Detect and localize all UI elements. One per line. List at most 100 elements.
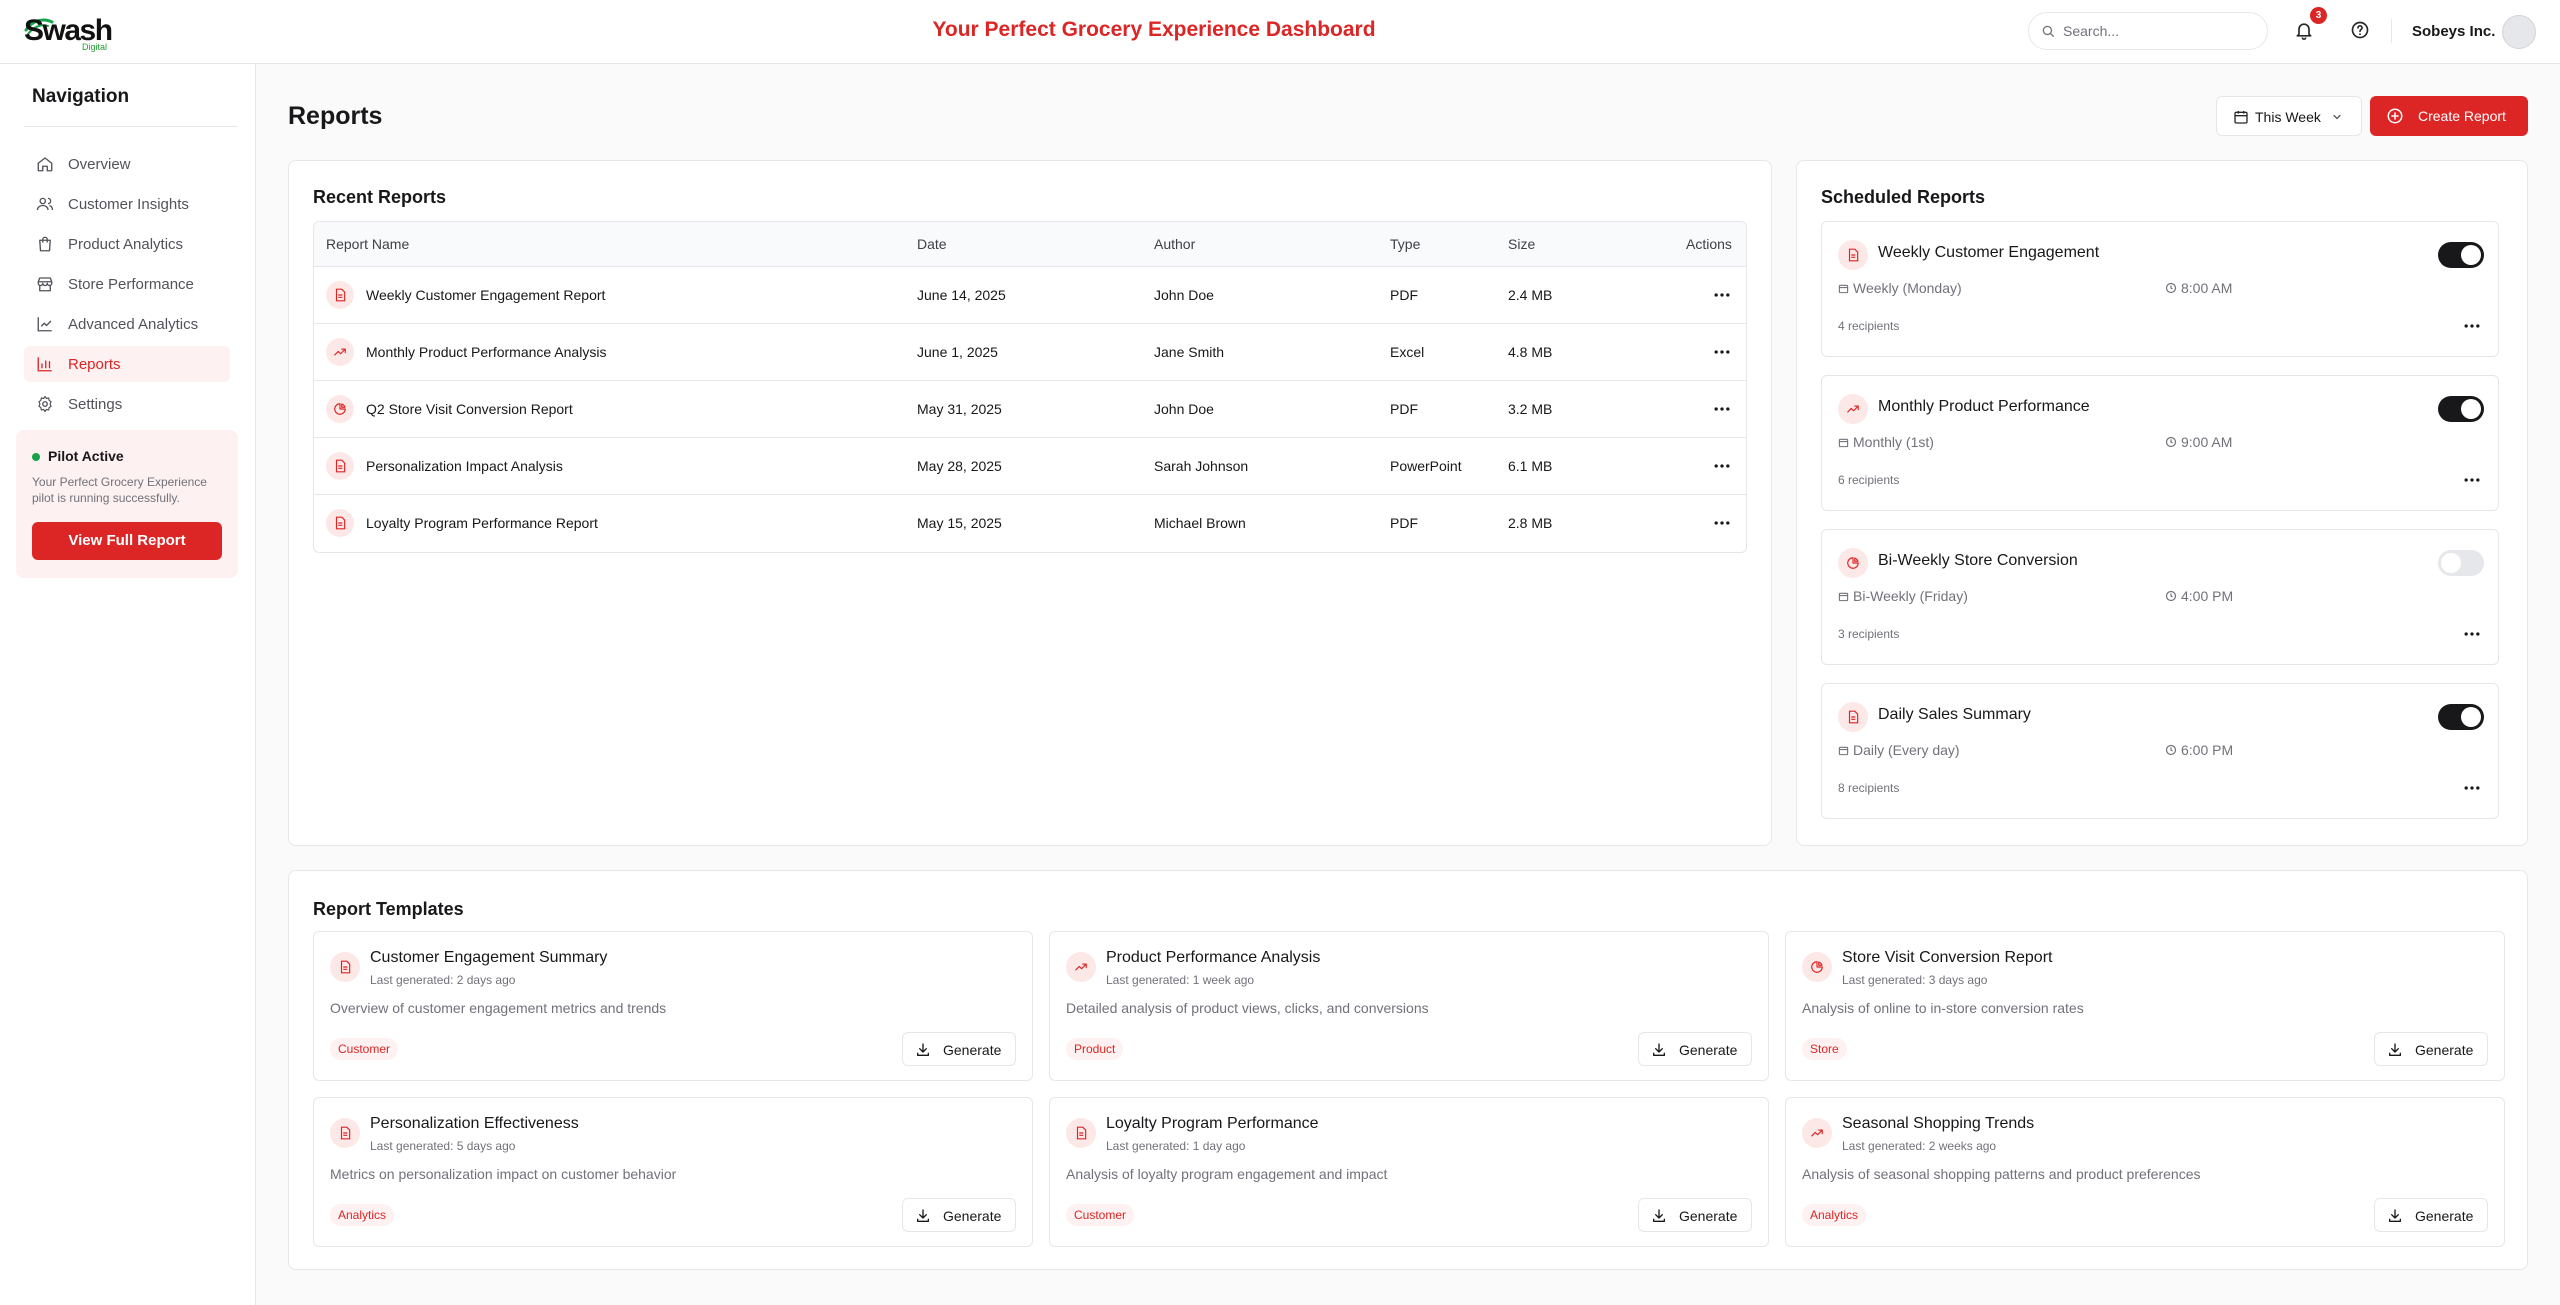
scheduled-reports-title: Scheduled Reports bbox=[1821, 187, 1986, 207]
more-actions-icon[interactable] bbox=[1712, 399, 1732, 419]
schedule-toggle[interactable] bbox=[2438, 396, 2484, 422]
column-header[interactable]: Date bbox=[917, 236, 947, 252]
report-name: Q2 Store Visit Conversion Report bbox=[366, 401, 573, 417]
pilot-title: Pilot Active bbox=[48, 448, 124, 464]
table-row[interactable]: Personalization Impact Analysis May 28, … bbox=[314, 438, 1746, 495]
company-name[interactable]: Sobeys Inc. bbox=[2412, 23, 2495, 40]
more-actions-icon[interactable] bbox=[1712, 285, 1732, 305]
search-box[interactable] bbox=[2028, 12, 2268, 50]
report-size: 2.8 MB bbox=[1508, 515, 1553, 531]
file-icon bbox=[330, 952, 360, 982]
template-card[interactable]: Seasonal Shopping Trends Last generated:… bbox=[1785, 1097, 2505, 1247]
template-last-generated: Last generated: 5 days ago bbox=[370, 1139, 516, 1153]
generate-button[interactable]: Generate bbox=[2374, 1198, 2488, 1232]
template-name: Loyalty Program Performance bbox=[1106, 1115, 1319, 1132]
template-name: Store Visit Conversion Report bbox=[1842, 949, 2053, 966]
generate-button[interactable]: Generate bbox=[2374, 1032, 2488, 1066]
generate-button[interactable]: Generate bbox=[902, 1198, 1016, 1232]
view-full-report-button[interactable]: View Full Report bbox=[32, 522, 222, 560]
shopping-bag-icon bbox=[39, 236, 51, 252]
search-input[interactable] bbox=[2063, 21, 2253, 41]
sidebar-item-store-performance[interactable]: Store Performance bbox=[24, 266, 230, 302]
reports-table: Report Name Date Author Type Size Action… bbox=[313, 221, 1747, 553]
scheduled-report-item[interactable]: Weekly Customer Engagement Weekly (Monda… bbox=[1821, 221, 2499, 357]
schedule-recipients: 6 recipients bbox=[1838, 473, 1900, 487]
generate-button[interactable]: Generate bbox=[1638, 1198, 1752, 1232]
template-description: Analysis of online to in-store conversio… bbox=[1802, 1000, 2084, 1016]
more-actions-icon[interactable] bbox=[1712, 456, 1732, 476]
more-actions-icon[interactable] bbox=[2462, 470, 2482, 490]
scheduled-report-item[interactable]: Daily Sales Summary Daily (Every day) 6:… bbox=[1821, 683, 2499, 819]
sidebar-item-customer-insights[interactable]: Customer Insights bbox=[24, 186, 230, 222]
column-header[interactable]: Size bbox=[1508, 236, 1535, 252]
report-date: June 14, 2025 bbox=[917, 287, 1006, 303]
template-tag: Store bbox=[1802, 1038, 1847, 1060]
column-header[interactable]: Report Name bbox=[326, 236, 409, 252]
column-header[interactable]: Type bbox=[1390, 236, 1420, 252]
more-actions-icon[interactable] bbox=[2462, 624, 2482, 644]
generate-button[interactable]: Generate bbox=[1638, 1032, 1752, 1066]
schedule-frequency: Daily (Every day) bbox=[1838, 742, 1960, 758]
recent-reports-card: Recent Reports Report Name Date Author T… bbox=[288, 160, 1772, 846]
template-card[interactable]: Loyalty Program Performance Last generat… bbox=[1049, 1097, 1769, 1247]
template-card[interactable]: Customer Engagement Summary Last generat… bbox=[313, 931, 1033, 1081]
report-author: John Doe bbox=[1154, 401, 1214, 417]
generate-label: Generate bbox=[2415, 1042, 2474, 1058]
template-description: Analysis of seasonal shopping patterns a… bbox=[1802, 1166, 2201, 1182]
more-actions-icon[interactable] bbox=[2462, 778, 2482, 798]
table-row[interactable]: Monthly Product Performance Analysis Jun… bbox=[314, 324, 1746, 381]
sidebar-item-reports[interactable]: Reports bbox=[24, 346, 230, 382]
bell-icon[interactable] bbox=[2294, 20, 2314, 40]
report-size: 3.2 MB bbox=[1508, 401, 1553, 417]
schedule-toggle[interactable] bbox=[2438, 704, 2484, 730]
template-description: Analysis of loyalty program engagement a… bbox=[1066, 1166, 1388, 1182]
chevron-down-icon bbox=[2333, 114, 2341, 120]
dashboard-title: Your Perfect Grocery Experience Dashboar… bbox=[932, 18, 1376, 41]
clock-icon bbox=[2165, 590, 2177, 602]
sidebar-item-settings[interactable]: Settings bbox=[24, 386, 230, 422]
search-icon bbox=[2042, 25, 2054, 37]
store-icon bbox=[37, 277, 53, 292]
period-select[interactable]: This Week bbox=[2216, 96, 2362, 136]
report-type: Excel bbox=[1390, 344, 1425, 360]
sidebar-item-product-analytics[interactable]: Product Analytics bbox=[24, 226, 230, 262]
template-last-generated: Last generated: 2 weeks ago bbox=[1842, 1139, 1997, 1153]
column-header[interactable]: Author bbox=[1154, 236, 1195, 252]
generate-button[interactable]: Generate bbox=[902, 1032, 1016, 1066]
template-card[interactable]: Product Performance Analysis Last genera… bbox=[1049, 931, 1769, 1081]
scheduled-report-item[interactable]: Bi-Weekly Store Conversion Bi-Weekly (Fr… bbox=[1821, 529, 2499, 665]
pie-icon bbox=[326, 395, 354, 423]
sidebar-item-label: Settings bbox=[68, 396, 123, 413]
schedule-toggle[interactable] bbox=[2438, 242, 2484, 268]
report-name: Personalization Impact Analysis bbox=[366, 458, 563, 474]
table-row[interactable]: Loyalty Program Performance Report May 1… bbox=[314, 495, 1746, 552]
trend-icon bbox=[326, 338, 354, 366]
template-name: Customer Engagement Summary bbox=[370, 949, 608, 966]
report-size: 2.4 MB bbox=[1508, 287, 1553, 303]
scheduled-report-name: Bi-Weekly Store Conversion bbox=[1878, 552, 2078, 569]
sidebar: Navigation Overview Customer Insights Pr… bbox=[0, 64, 256, 1305]
schedule-toggle[interactable] bbox=[2438, 550, 2484, 576]
table-row[interactable]: Q2 Store Visit Conversion Report May 31,… bbox=[314, 381, 1746, 438]
download-icon bbox=[2389, 1043, 2401, 1056]
template-card[interactable]: Personalization Effectiveness Last gener… bbox=[313, 1097, 1033, 1247]
sidebar-item-advanced-analytics[interactable]: Advanced Analytics bbox=[24, 306, 230, 342]
clock-icon bbox=[2165, 436, 2177, 448]
avatar[interactable] bbox=[2502, 15, 2536, 49]
table-row[interactable]: Weekly Customer Engagement Report June 1… bbox=[314, 267, 1746, 324]
download-icon bbox=[917, 1043, 929, 1056]
help-icon[interactable] bbox=[2350, 20, 2370, 40]
more-actions-icon[interactable] bbox=[1712, 513, 1732, 533]
template-last-generated: Last generated: 3 days ago bbox=[1842, 973, 1988, 987]
more-actions-icon[interactable] bbox=[2462, 316, 2482, 336]
scheduled-report-item[interactable]: Monthly Product Performance Monthly (1st… bbox=[1821, 375, 2499, 511]
sidebar-item-overview[interactable]: Overview bbox=[24, 146, 230, 182]
create-report-button[interactable]: Create Report bbox=[2370, 96, 2528, 136]
generate-label: Generate bbox=[2415, 1208, 2474, 1224]
report-type: PDF bbox=[1390, 287, 1418, 303]
more-actions-icon[interactable] bbox=[1712, 342, 1732, 362]
report-author: Jane Smith bbox=[1154, 344, 1225, 360]
nav-heading: Navigation bbox=[32, 86, 130, 107]
schedule-time: 9:00 AM bbox=[2165, 434, 2232, 450]
template-card[interactable]: Store Visit Conversion Report Last gener… bbox=[1785, 931, 2505, 1081]
